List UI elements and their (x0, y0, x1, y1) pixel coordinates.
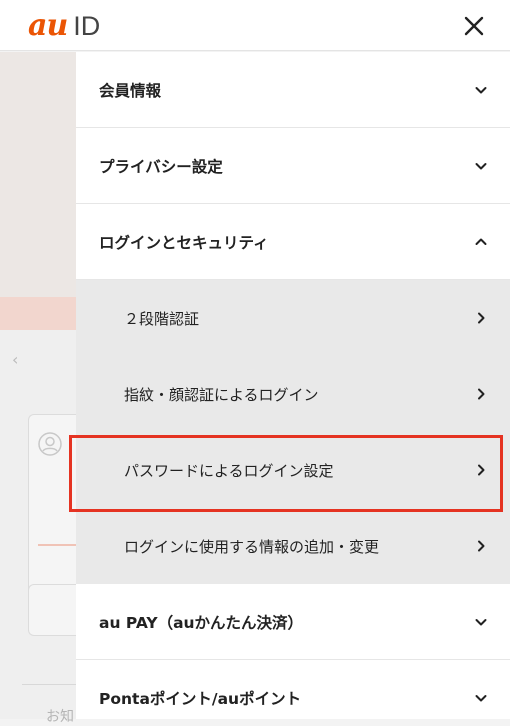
chevron-up-icon (475, 238, 487, 245)
submenu-item-login-info-change[interactable]: ログインに使用する情報の追加・変更 (76, 508, 510, 584)
chevron-right-icon (478, 312, 485, 324)
au-id-logo: au ID (28, 10, 100, 42)
menu-item-label: 会員情報 (99, 81, 162, 100)
settings-drawer: 会員情報 プライバシー設定 ログインとセキュリティ ２段階認証 指紋・顔認証によ… (76, 52, 510, 719)
menu-item-au-pay[interactable]: au PAY（auかんたん決済） (76, 584, 510, 660)
close-button[interactable] (460, 12, 488, 40)
menu-item-member-info[interactable]: 会員情報 (76, 52, 510, 128)
menu-item-label: プライバシー設定 (99, 157, 223, 176)
logo-au-text: au (28, 8, 68, 43)
submenu-item-label: パスワードによるログイン設定 (124, 461, 334, 480)
submenu-item-two-step-auth[interactable]: ２段階認証 (76, 280, 510, 356)
submenu-item-label: ログインに使用する情報の追加・変更 (124, 537, 380, 556)
chevron-right-icon (478, 540, 485, 552)
background-partial-text: お知 (46, 709, 74, 725)
chevron-right-icon (478, 388, 485, 400)
background-progress-line (38, 544, 76, 546)
chevron-down-icon (475, 162, 487, 169)
menu-item-login-security[interactable]: ログインとセキュリティ (76, 204, 510, 280)
menu-item-label: Pontaポイント/auポイント (99, 689, 302, 708)
chevron-down-icon (475, 86, 487, 93)
chevron-right-icon (478, 464, 485, 476)
app-header: au ID (0, 0, 510, 51)
background-banner (0, 297, 76, 330)
submenu-item-label: 指紋・顔認証によるログイン (124, 385, 319, 404)
menu-item-privacy-settings[interactable]: プライバシー設定 (76, 128, 510, 204)
login-security-submenu: ２段階認証 指紋・顔認証によるログイン パスワードによるログイン設定 ログインに… (76, 280, 510, 584)
background-user-icon (38, 432, 62, 456)
menu-item-label: au PAY（auかんたん決済） (99, 613, 304, 632)
background-divider (22, 684, 76, 685)
background-back-chevron-icon: ‹ (12, 350, 19, 369)
close-icon (464, 16, 484, 36)
background-hero (0, 52, 76, 297)
chevron-down-icon (475, 694, 487, 701)
submenu-item-label: ２段階認証 (124, 309, 200, 328)
submenu-item-biometric-login[interactable]: 指紋・顔認証によるログイン (76, 356, 510, 432)
menu-item-ponta-points[interactable]: Pontaポイント/auポイント (76, 660, 510, 719)
submenu-item-password-login-settings[interactable]: パスワードによるログイン設定 (76, 432, 510, 508)
chevron-down-icon (475, 618, 487, 625)
background-card-2 (28, 584, 79, 636)
menu-item-label: ログインとセキュリティ (99, 233, 269, 252)
logo-id-text: ID (73, 10, 101, 41)
